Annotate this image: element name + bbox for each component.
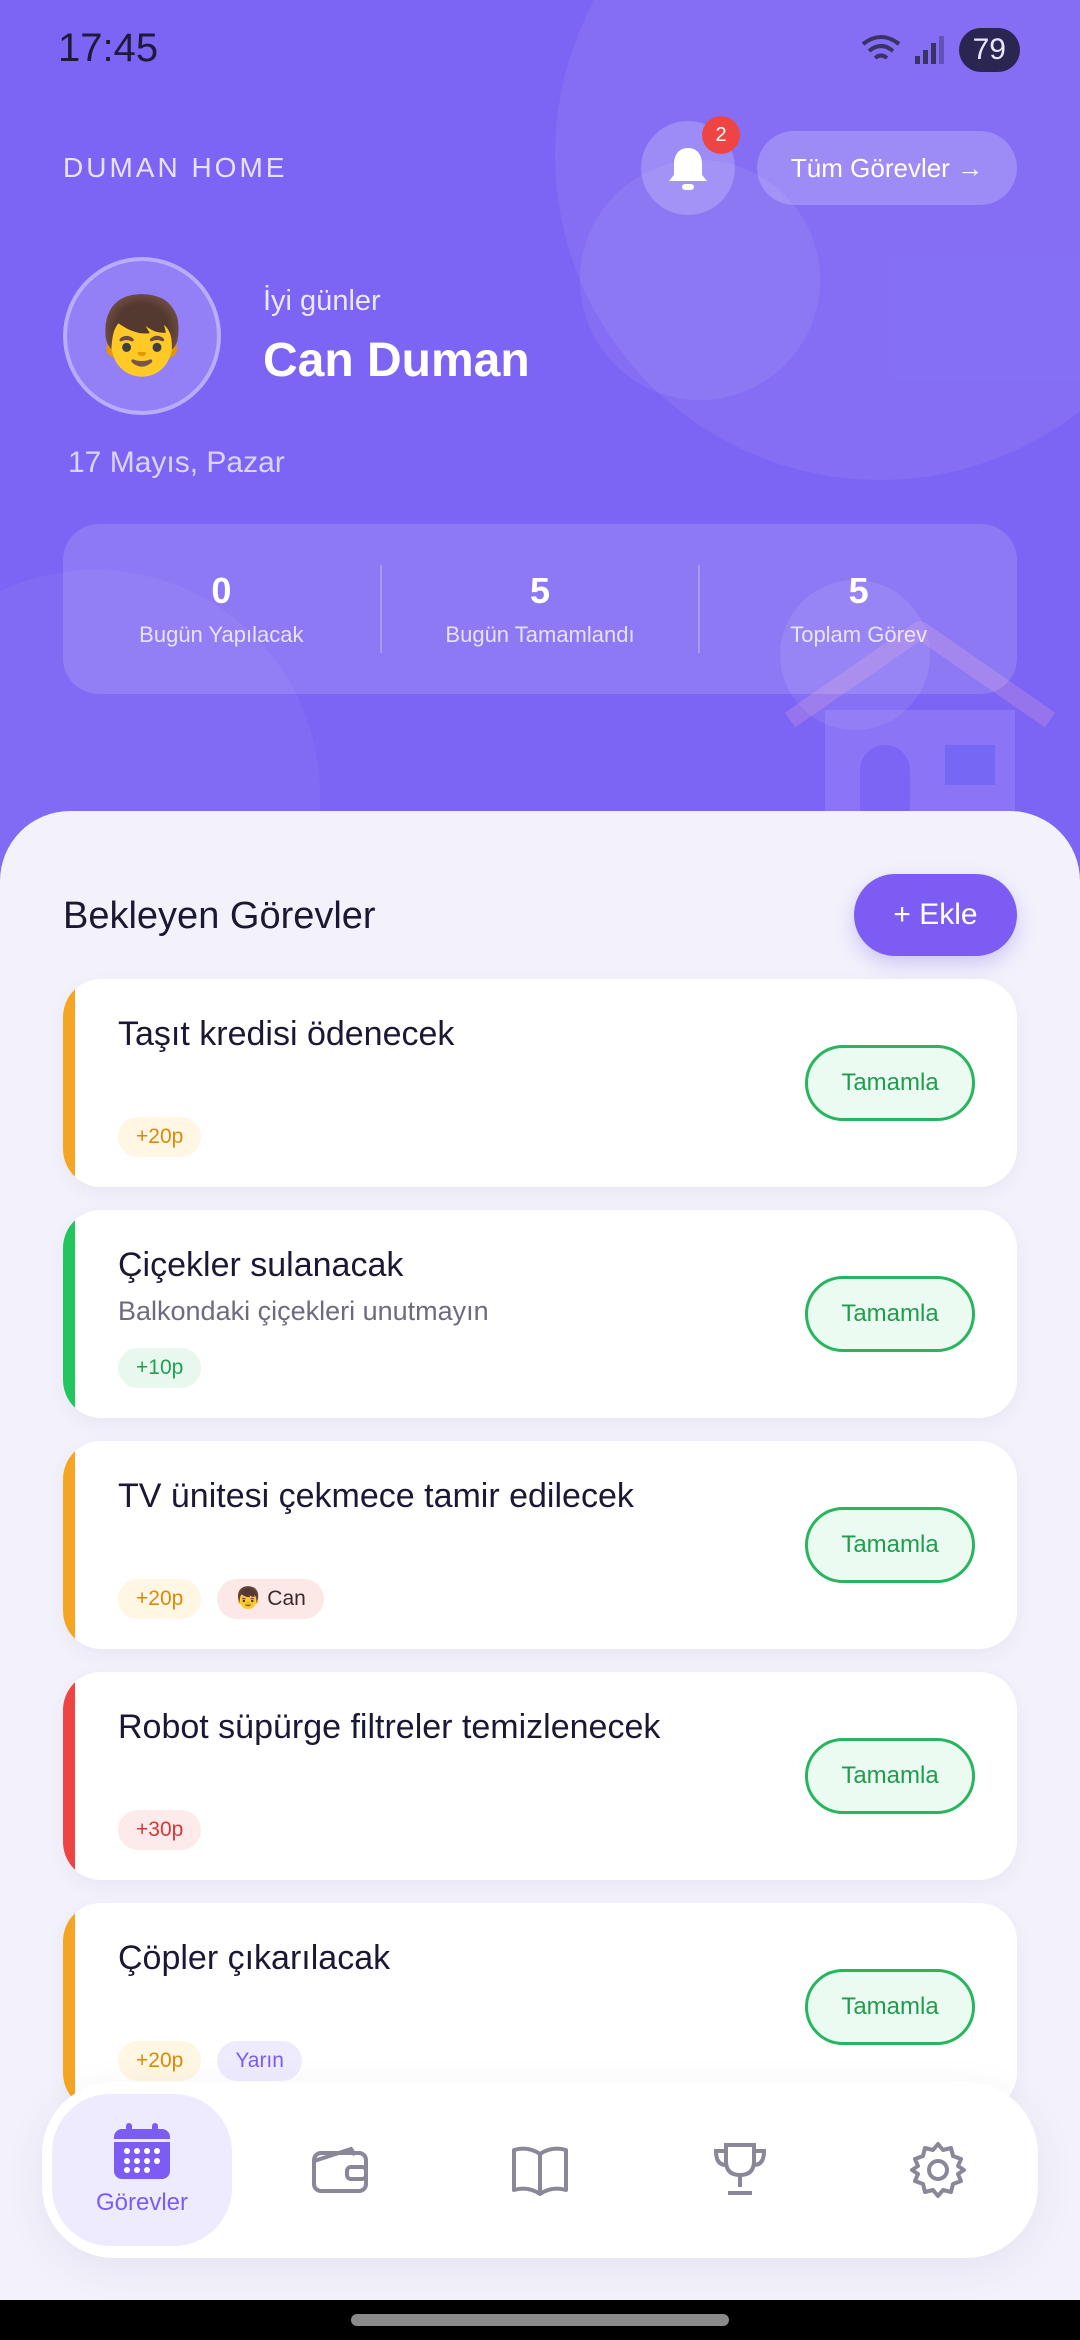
priority-bar: [63, 979, 75, 1187]
wallet-icon: [312, 2146, 368, 2193]
nav-wallet[interactable]: [250, 2094, 430, 2246]
task-tags: +20p Yarın: [118, 2041, 302, 2081]
task-card[interactable]: Taşıt kredisi ödenecek +20p Tamamla: [63, 979, 1017, 1187]
wifi-icon: [861, 35, 900, 60]
status-icons: 79: [861, 28, 1020, 72]
complete-button[interactable]: Tamamla: [805, 1507, 975, 1583]
assignee-tag: 👦 Can: [217, 1579, 324, 1619]
stats-card: 0 Bugün Yapılacak 5 Bugün Tamamlandı 5 T…: [63, 524, 1017, 694]
priority-bar: [63, 1672, 75, 1880]
settings-icon: [910, 2142, 966, 2198]
task-title: TV ünitesi çekmece tamir edilecek: [118, 1477, 634, 1515]
task-card[interactable]: Çiçekler sulanacak Balkondaki çiçekleri …: [63, 1210, 1017, 1418]
nav-trophy[interactable]: [650, 2094, 830, 2246]
task-title: Taşıt kredisi ödenecek: [118, 1015, 455, 1053]
status-bar: 17:45 79: [0, 0, 1080, 100]
section-title: Bekleyen Görevler: [63, 895, 376, 937]
status-time: 17:45: [58, 26, 159, 70]
task-title: Çöpler çıkarılacak: [118, 1939, 391, 1977]
complete-button[interactable]: Tamamla: [805, 1969, 975, 2045]
add-task-button[interactable]: + Ekle: [854, 874, 1017, 956]
priority-bar: [63, 1210, 75, 1418]
greeting-text: İyi günler: [263, 285, 381, 317]
task-tags: +20p: [118, 1117, 202, 1157]
stat-value: 5: [848, 570, 869, 611]
due-tag: Yarın: [217, 2041, 302, 2081]
complete-button[interactable]: Tamamla: [805, 1045, 975, 1121]
priority-bar: [63, 1903, 75, 2111]
task-tags: +10p: [118, 1348, 202, 1388]
trophy-icon: [713, 2143, 767, 2195]
points-tag: +10p: [118, 1348, 202, 1388]
points-tag: +30p: [118, 1810, 202, 1850]
date-label: 17 Mayıs, Pazar: [68, 446, 285, 479]
signal-icon: [914, 36, 944, 64]
complete-button[interactable]: Tamamla: [805, 1276, 975, 1352]
stat-label: Toplam Görev: [790, 622, 928, 647]
user-name: Can Duman: [263, 334, 530, 387]
points-tag: +20p: [118, 1579, 202, 1619]
task-description: Balkondaki çiçekleri unutmayın: [118, 1296, 489, 1326]
stat-label: Bugün Tamamlandı: [445, 622, 635, 647]
stat-today-done: 5 Bugün Tamamlandı: [382, 570, 699, 648]
battery-indicator: 79: [958, 28, 1020, 72]
stat-today-todo: 0 Bugün Yapılacak: [63, 570, 380, 648]
nav-book[interactable]: [450, 2094, 630, 2246]
all-tasks-button[interactable]: Tüm Görevler →: [757, 131, 1017, 205]
task-tags: +20p 👦 Can: [118, 1579, 324, 1619]
complete-button[interactable]: Tamamla: [805, 1738, 975, 1814]
book-icon: [512, 2146, 568, 2196]
task-tags: +30p: [118, 1810, 202, 1850]
nav-settings[interactable]: [848, 2094, 1028, 2246]
task-card[interactable]: Robot süpürge filtreler temizlenecek +30…: [63, 1672, 1017, 1880]
bottom-navigation: Görevler: [42, 2082, 1038, 2258]
home-indicator[interactable]: [351, 2314, 729, 2326]
avatar[interactable]: 👦: [63, 257, 221, 415]
app-brand: DUMAN HOME: [63, 152, 288, 183]
task-title: Çiçekler sulanacak: [118, 1246, 404, 1284]
calendar-icon: [114, 2123, 170, 2179]
stat-value: 5: [529, 570, 551, 611]
bell-icon: [669, 148, 707, 190]
notification-badge: 2: [702, 116, 740, 154]
nav-tasks[interactable]: Görevler: [52, 2094, 232, 2246]
stat-value: 0: [211, 570, 232, 611]
points-tag: +20p: [118, 1117, 202, 1157]
points-tag: +20p: [118, 2041, 202, 2081]
task-title: Robot süpürge filtreler temizlenecek: [118, 1708, 661, 1746]
stat-total: 5 Toplam Görev: [700, 570, 1017, 648]
nav-label: Görevler: [95, 2189, 189, 2216]
stat-label: Bugün Yapılacak: [139, 622, 304, 647]
task-card[interactable]: TV ünitesi çekmece tamir edilecek +20p 👦…: [63, 1441, 1017, 1649]
priority-bar: [63, 1441, 75, 1649]
task-card[interactable]: Çöpler çıkarılacak +20p Yarın Tamamla: [63, 1903, 1017, 2111]
